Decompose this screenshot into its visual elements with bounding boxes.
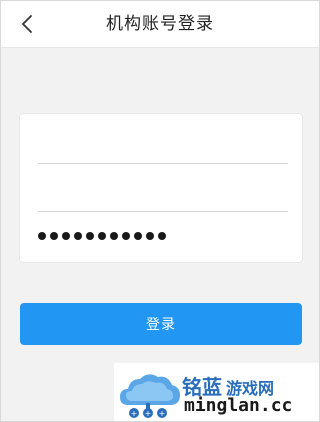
password-dot [146, 232, 154, 240]
account-input[interactable] [38, 116, 288, 164]
watermark: + + + 铭蓝 游戏网 minglan.cc [114, 363, 319, 421]
cloud-logo-icon: + + + [120, 374, 180, 418]
second-field[interactable] [38, 164, 288, 212]
svg-text:+: + [159, 409, 166, 418]
app-screen: 机构账号登录 登录 + + + 铭蓝 游戏网 minglan.cc [0, 0, 320, 422]
password-field[interactable] [38, 212, 288, 260]
login-form-card [19, 113, 303, 263]
password-dot [134, 232, 142, 240]
password-dot [98, 232, 106, 240]
password-dot [38, 232, 46, 240]
page-title: 机构账号登录 [106, 14, 214, 34]
password-dot [74, 232, 82, 240]
password-dot [158, 232, 166, 240]
password-dot [50, 232, 58, 240]
password-dot [110, 232, 118, 240]
login-button[interactable]: 登录 [20, 303, 302, 345]
svg-text:+: + [131, 409, 138, 418]
second-input[interactable] [38, 164, 288, 212]
watermark-domain: minglan.cc [184, 395, 293, 416]
svg-text:+: + [145, 409, 152, 418]
password-mask [38, 212, 166, 260]
password-dot [86, 232, 94, 240]
password-dot [62, 232, 70, 240]
nav-header: 机构账号登录 [1, 1, 319, 48]
account-field[interactable] [38, 116, 288, 164]
password-dot [122, 232, 130, 240]
